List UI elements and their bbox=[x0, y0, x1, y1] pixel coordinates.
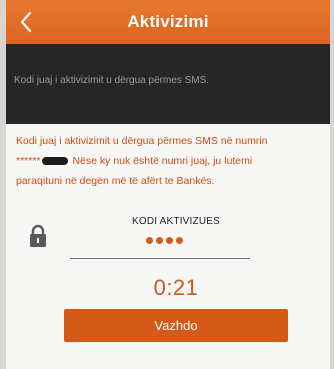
code-digit-dot bbox=[156, 237, 163, 244]
app-header: Aktivizimi bbox=[6, 0, 330, 44]
countdown-timer: 0:21 bbox=[153, 275, 199, 300]
code-input-underline bbox=[70, 258, 250, 259]
chevron-left-icon bbox=[20, 11, 32, 33]
page-title: Aktivizimi bbox=[127, 12, 209, 31]
info-line-1: Kodi juaj i aktivizimit u dërgua përmes … bbox=[16, 135, 268, 147]
activation-code-label: KODI AKTIVIZUES bbox=[131, 216, 221, 227]
activation-card: Kodi juaj i aktivizimit u dërgua përmes … bbox=[6, 124, 330, 369]
code-digit-dot bbox=[146, 237, 153, 244]
masked-number-prefix: ****** bbox=[16, 155, 41, 167]
code-digit-dot bbox=[176, 237, 183, 244]
lock-icon bbox=[28, 224, 48, 248]
activation-code-input[interactable] bbox=[146, 237, 183, 244]
activation-screen: Aktivizimi Kodi juaj i aktivizimit u dër… bbox=[6, 0, 330, 369]
code-digit-dot bbox=[166, 237, 173, 244]
back-button[interactable] bbox=[12, 7, 40, 37]
continue-button[interactable]: Vazhdo bbox=[64, 309, 288, 342]
banner-message: Kodi juaj i aktivizimit u dërgua përmes … bbox=[14, 75, 210, 86]
sms-banner: Kodi juaj i aktivizimit u dërgua përmes … bbox=[6, 44, 330, 124]
info-message: Kodi juaj i aktivizimit u dërgua përmes … bbox=[16, 131, 320, 191]
info-line-3: paraqituni në degën më të afërt te Bankë… bbox=[16, 175, 215, 187]
info-line-2: Nëse ky nuk është numri juaj, ju lutemi bbox=[72, 155, 253, 167]
masked-number-redaction bbox=[41, 157, 68, 166]
